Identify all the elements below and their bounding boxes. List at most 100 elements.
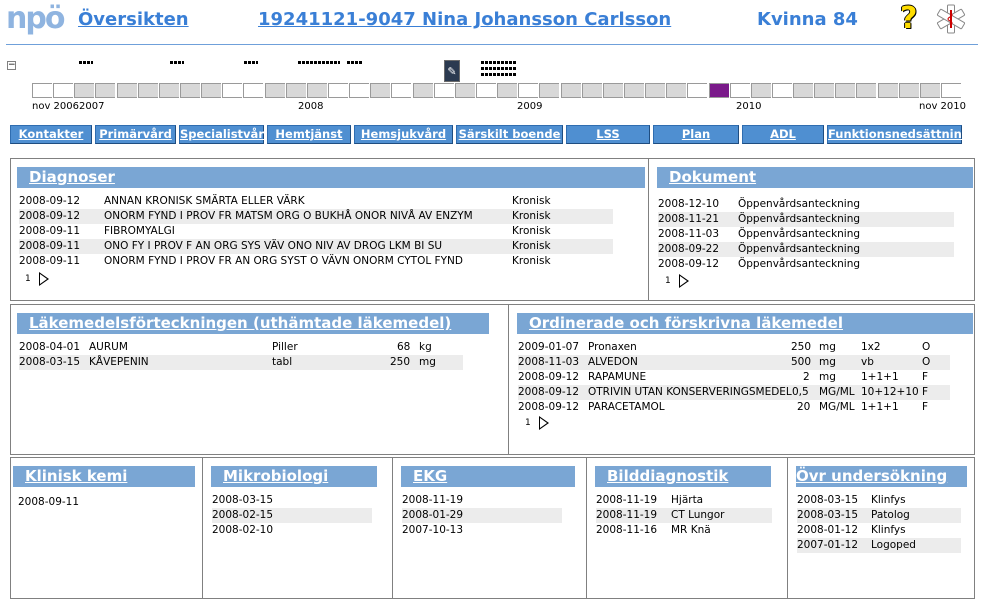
diagnos-row[interactable]: 2008-09-11 ONORM FYND I PROV FR AN ORG S…	[19, 254, 613, 269]
next-page-icon[interactable]	[538, 416, 549, 430]
next-page-icon[interactable]	[38, 272, 49, 286]
timeline-event-marker[interactable]	[347, 61, 363, 64]
ekg-title[interactable]: EKG	[401, 466, 575, 487]
next-page-icon[interactable]	[678, 274, 689, 288]
ordination-row[interactable]: 2008-09-12 PARACETAMOL 20 MG/ML 1+1+1 F	[518, 400, 950, 415]
timeline-track[interactable]	[32, 83, 966, 99]
timeline-month-cell[interactable]	[793, 83, 814, 98]
diagnos-row[interactable]: 2008-09-12 ONORM FYND I PROV FR MATSM OR…	[19, 209, 613, 224]
diagnos-row[interactable]: 2008-09-11 ONO FY I PROV F AN ORG SYS VÄ…	[19, 239, 613, 254]
timeline-month-cell[interactable]	[666, 83, 687, 98]
dokument-row[interactable]: 2008-09-22 Öppenvårdsanteckning	[658, 242, 954, 257]
ekg-row[interactable]: 2007-10-13	[402, 523, 562, 538]
ordinerade-title[interactable]: Ordinerade och förskrivna läkemedel	[517, 313, 973, 334]
nav-funktionsnedsattning[interactable]: Funktionsnedsättning	[827, 125, 970, 144]
lakemedel-title[interactable]: Läkemedelsförteckningen (uthämtade läkem…	[17, 313, 489, 334]
timeline-month-cell[interactable]	[771, 83, 792, 98]
timeline-month-cell[interactable]	[327, 83, 348, 98]
timeline-month-cell[interactable]	[306, 83, 327, 98]
dokument-row[interactable]: 2008-09-12 Öppenvårdsanteckning	[658, 257, 954, 272]
nav-specialistvard[interactable]: Specialistvård	[179, 125, 272, 144]
bilddiagnostik-row[interactable]: 2008-11-19 Hjärta	[596, 493, 772, 508]
mikrobiologi-row[interactable]: 2008-03-15	[212, 493, 372, 508]
mikrobiologi-row[interactable]: 2008-02-15	[212, 508, 372, 523]
ovr-undersokning-row[interactable]: 2008-03-15 Klinfys	[797, 493, 961, 508]
timeline-event-marker[interactable]	[481, 73, 517, 76]
timeline-month-cell[interactable]	[919, 83, 940, 98]
timeline-event-marker[interactable]	[298, 61, 340, 64]
timeline-month-cell[interactable]	[285, 83, 306, 98]
timeline-month-cell[interactable]	[708, 83, 729, 98]
diagnoser-title[interactable]: Diagnoser	[17, 167, 645, 188]
timeline-month-cell[interactable]	[370, 83, 391, 98]
lakemedel-row[interactable]: 2008-04-01 AURUM Piller 68 kg	[19, 340, 463, 355]
timeline-month-cell[interactable]	[243, 83, 264, 98]
ordination-row[interactable]: 2008-09-12 RAPAMUNE 2 mg 1+1+1 F	[518, 370, 950, 385]
diagnos-row[interactable]: 2008-09-11 FIBROMYALGI Kronisk	[19, 224, 613, 239]
overview-link[interactable]: Översikten	[78, 9, 189, 30]
timeline-month-cell[interactable]	[32, 83, 52, 98]
dokument-row[interactable]: 2008-12-10 Öppenvårdsanteckning	[658, 197, 954, 212]
klinisk-kemi-row[interactable]: 2008-09-11	[18, 495, 188, 510]
timeline-month-cell[interactable]	[53, 83, 74, 98]
timeline-month-cell[interactable]	[412, 83, 433, 98]
nav-sarskilt-boende[interactable]: Särskilt boende	[456, 125, 563, 144]
nav-kontakter[interactable]: Kontakter	[10, 125, 92, 144]
dokument-title[interactable]: Dokument	[657, 167, 973, 188]
dokument-row[interactable]: 2008-11-21 Öppenvårdsanteckning	[658, 212, 954, 227]
timeline-month-cell[interactable]	[201, 83, 222, 98]
timeline-month-cell[interactable]	[539, 83, 560, 98]
ordination-row[interactable]: 2008-11-03 ALVEDON 500 mg vb O	[518, 355, 950, 370]
bilddiagnostik-row[interactable]: 2008-11-16 MR Knä	[596, 523, 772, 538]
timeline-month-cell[interactable]	[497, 83, 518, 98]
timeline-month-cell[interactable]	[349, 83, 370, 98]
ekg-row[interactable]: 2008-01-29	[402, 508, 562, 523]
timeline-event-marker[interactable]	[79, 61, 93, 64]
ordination-row[interactable]: 2009-01-07 Pronaxen 250 mg 1x2 O	[518, 340, 950, 355]
bilddiagnostik-row[interactable]: 2008-11-19 CT Lungor	[596, 508, 772, 523]
timeline-month-cell[interactable]	[856, 83, 877, 98]
ekg-row[interactable]: 2008-11-19	[402, 493, 562, 508]
timeline-month-cell[interactable]	[729, 83, 750, 98]
nav-lss[interactable]: LSS	[566, 125, 650, 144]
timeline-month-cell[interactable]	[581, 83, 602, 98]
timeline-month-cell[interactable]	[835, 83, 856, 98]
timeline-month-cell[interactable]	[518, 83, 539, 98]
timeline-month-cell[interactable]	[623, 83, 644, 98]
patient-link[interactable]: 19241121-9047 Nina Johansson Carlsson	[258, 9, 671, 30]
timeline-event-marker[interactable]	[244, 61, 258, 64]
timeline-current-icon[interactable]: ✎	[444, 60, 460, 82]
timeline-month-cell[interactable]	[454, 83, 475, 98]
timeline-month-cell[interactable]	[179, 83, 200, 98]
timeline-month-cell[interactable]	[645, 83, 666, 98]
timeline-event-marker[interactable]	[481, 61, 517, 64]
mikrobiologi-title[interactable]: Mikrobiologi	[211, 466, 377, 487]
nav-hemtjanst[interactable]: Hemtjänst	[267, 125, 351, 144]
ovr-undersokning-row[interactable]: 2008-03-15 Patolog	[797, 508, 961, 523]
timeline-month-cell[interactable]	[560, 83, 581, 98]
timeline[interactable]: − ✎ nov 2006 2007 2008 2009 2010 nov 201…	[0, 52, 998, 118]
lakemedel-row[interactable]: 2008-03-15 KÅVEPENIN tabl 250 mg	[19, 355, 463, 370]
timeline-month-cell[interactable]	[264, 83, 285, 98]
timeline-month-cell[interactable]	[750, 83, 771, 98]
timeline-event-marker[interactable]	[481, 67, 517, 70]
timeline-month-cell[interactable]	[95, 83, 116, 98]
timeline-month-cell[interactable]	[475, 83, 496, 98]
klinisk-kemi-title[interactable]: Klinisk kemi	[13, 466, 195, 487]
ovr-undersokning-title[interactable]: Övr undersökning	[796, 466, 967, 487]
timeline-month-cell[interactable]	[877, 83, 898, 98]
nav-hemsjukvard[interactable]: Hemsjukvård	[354, 125, 453, 144]
timeline-month-cell[interactable]	[814, 83, 835, 98]
help-icon[interactable]: ?	[900, 2, 917, 36]
timeline-event-marker[interactable]	[170, 61, 184, 64]
ordination-row[interactable]: 2008-09-12 OTRIVIN UTAN KONSERVERINGSMED…	[518, 385, 950, 400]
timeline-month-cell[interactable]	[158, 83, 179, 98]
timeline-month-cell[interactable]	[687, 83, 708, 98]
nav-plan[interactable]: Plan	[653, 125, 739, 144]
timeline-month-cell[interactable]	[74, 83, 95, 98]
collapse-toggle[interactable]: −	[7, 61, 16, 70]
ovr-undersokning-row[interactable]: 2008-01-12 Klinfys	[797, 523, 961, 538]
timeline-month-cell[interactable]	[116, 83, 137, 98]
timeline-month-cell[interactable]	[433, 83, 454, 98]
ovr-undersokning-row[interactable]: 2007-01-12 Logoped	[797, 538, 961, 553]
